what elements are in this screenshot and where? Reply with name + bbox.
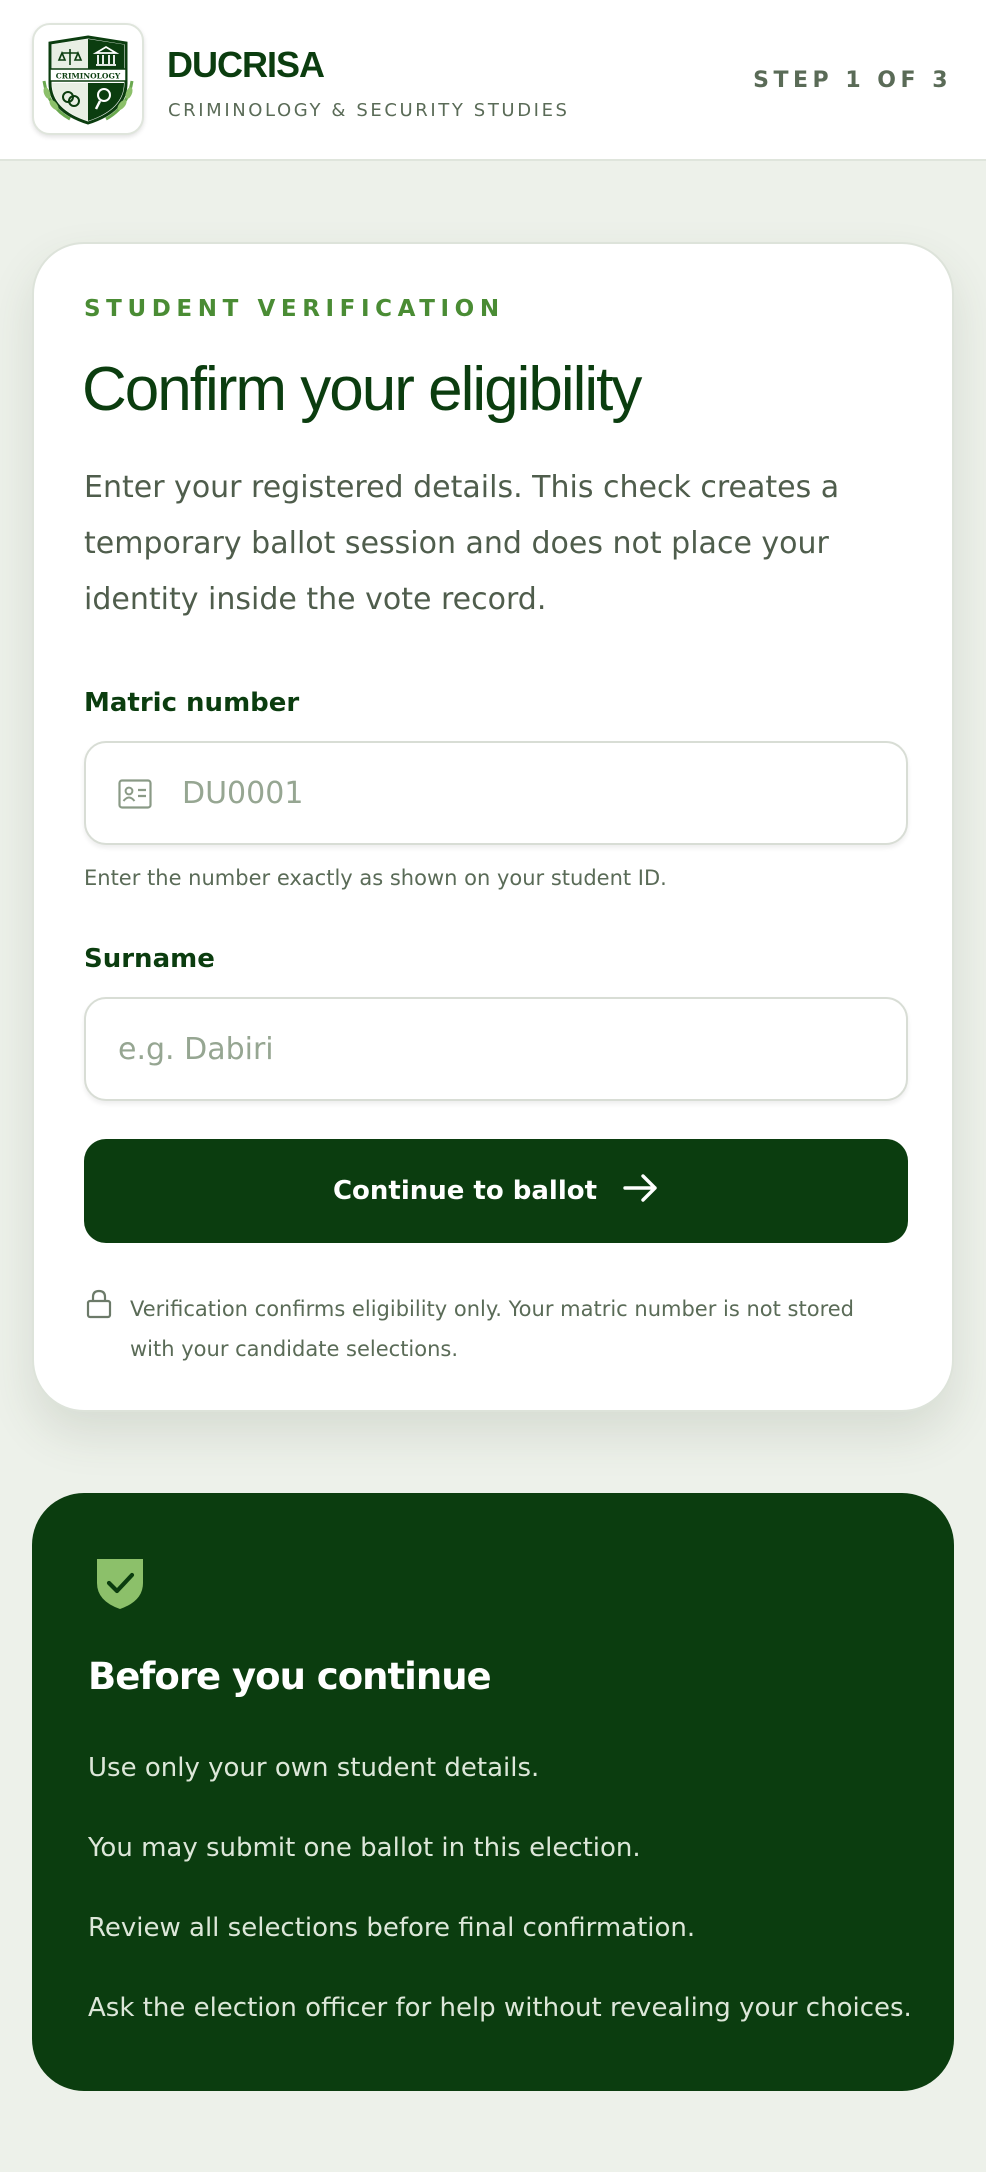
surname-input[interactable] bbox=[118, 999, 878, 1099]
list-item: You may submit one ballot in this electi… bbox=[88, 1833, 641, 1863]
continue-button-label: Continue to ballot bbox=[332, 1176, 598, 1206]
id-card-icon bbox=[118, 779, 152, 813]
panel-title: Before you continue bbox=[88, 1655, 492, 1698]
list-item: Review all selections before final confi… bbox=[88, 1913, 696, 1943]
guideline-list: Use only your own student details. You m… bbox=[88, 1755, 912, 2075]
app-header: CRIMINOLOGY DUCRISA CRIMINOLOGY & SECURI… bbox=[0, 0, 986, 161]
arrow-right-icon bbox=[623, 1173, 659, 1210]
brand-name: DUCRISA bbox=[167, 44, 325, 85]
crest-icon: CRIMINOLOGY bbox=[42, 35, 134, 125]
surname-label: Surname bbox=[84, 944, 215, 974]
svg-text:CRIMINOLOGY: CRIMINOLOGY bbox=[56, 72, 121, 81]
page-description: Enter your registered details. This chec… bbox=[84, 470, 840, 617]
before-you-continue-panel: Before you continue Use only your own st… bbox=[32, 1493, 954, 2091]
continue-to-ballot-button[interactable]: Continue to ballot bbox=[84, 1139, 908, 1243]
matric-hint: Enter the number exactly as shown on you… bbox=[84, 866, 667, 890]
lock-icon bbox=[86, 1289, 112, 1323]
matric-field[interactable] bbox=[84, 741, 908, 845]
matric-input[interactable] bbox=[182, 743, 882, 843]
section-eyebrow: STUDENT VERIFICATION bbox=[84, 296, 505, 322]
brand-subtitle: CRIMINOLOGY & SECURITY STUDIES bbox=[168, 100, 570, 121]
list-item: Use only your own student details. bbox=[88, 1753, 540, 1783]
verification-card: STUDENT VERIFICATION Confirm your eligib… bbox=[32, 242, 954, 1412]
surname-field[interactable] bbox=[84, 997, 908, 1101]
step-indicator: STEP 1 OF 3 bbox=[753, 68, 952, 93]
page-title: Confirm your eligibility bbox=[82, 355, 642, 424]
privacy-note: Verification confirms eligibility only. … bbox=[130, 1297, 854, 1361]
matric-label: Matric number bbox=[84, 688, 300, 718]
list-item: Ask the election officer for help withou… bbox=[88, 1993, 912, 2023]
shield-check-icon bbox=[94, 1555, 146, 1615]
department-logo: CRIMINOLOGY bbox=[32, 23, 144, 135]
